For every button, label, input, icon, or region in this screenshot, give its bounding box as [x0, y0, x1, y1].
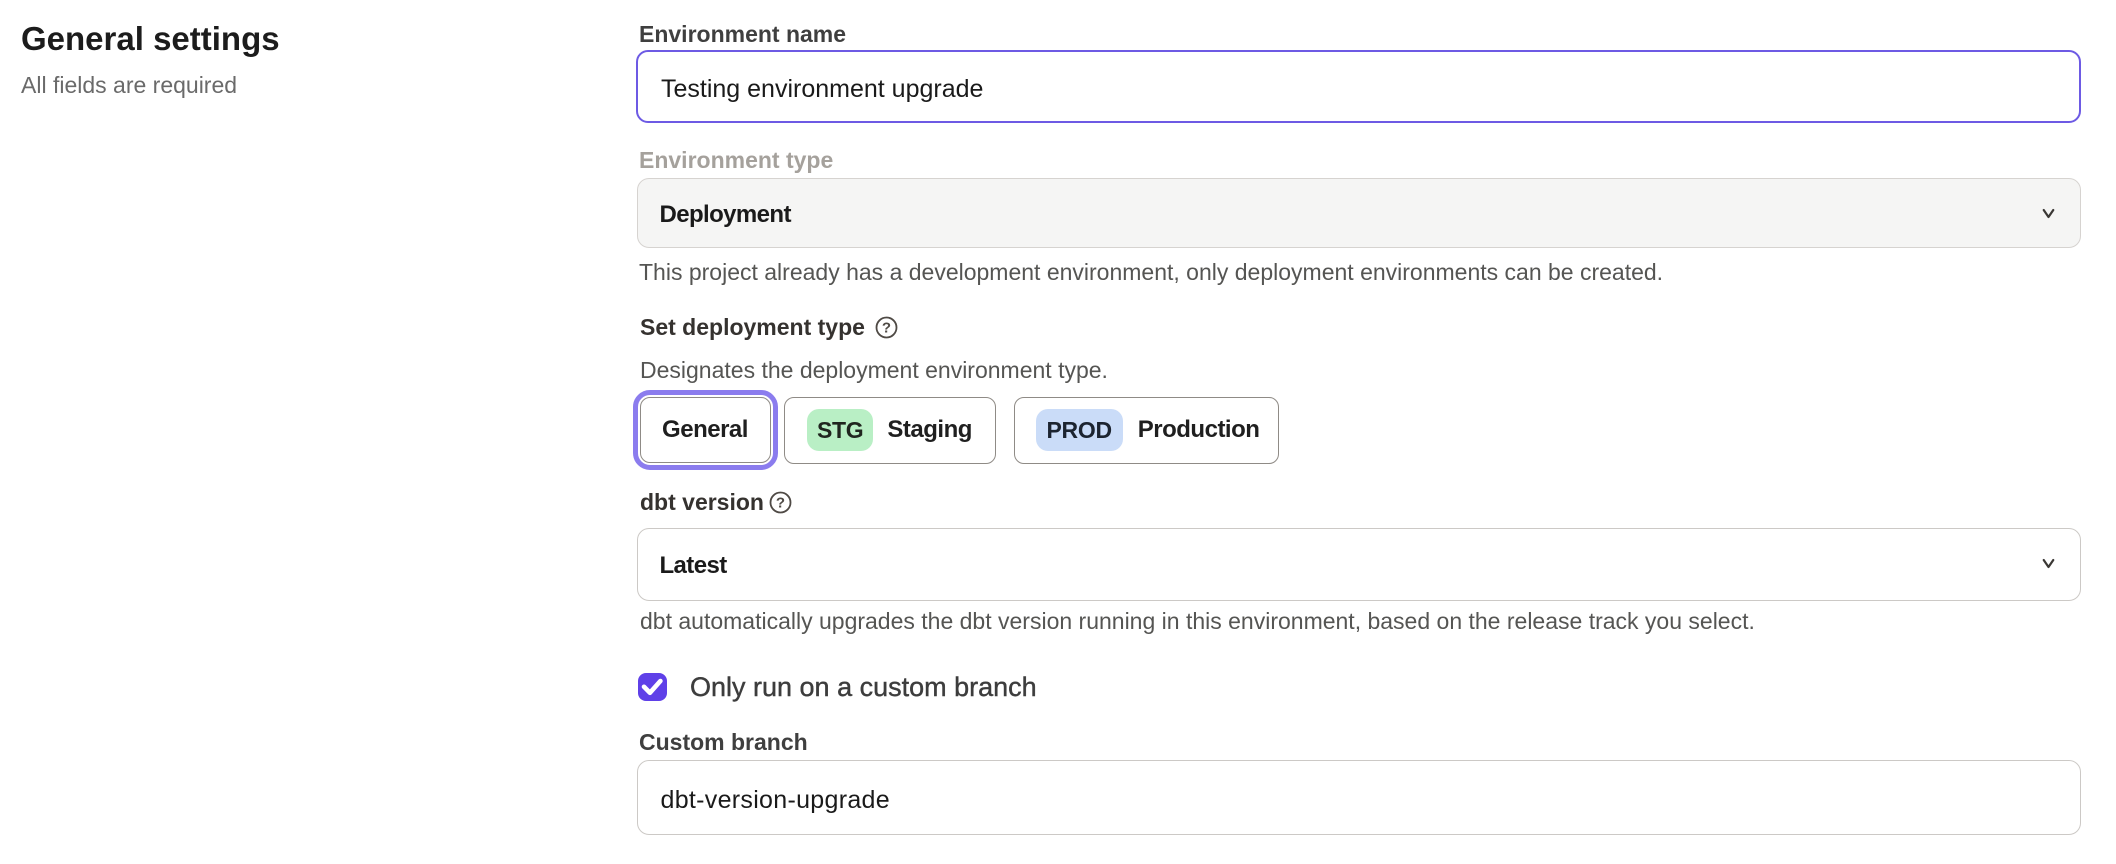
svg-text:?: ?: [776, 494, 785, 511]
svg-text:?: ?: [882, 319, 891, 336]
